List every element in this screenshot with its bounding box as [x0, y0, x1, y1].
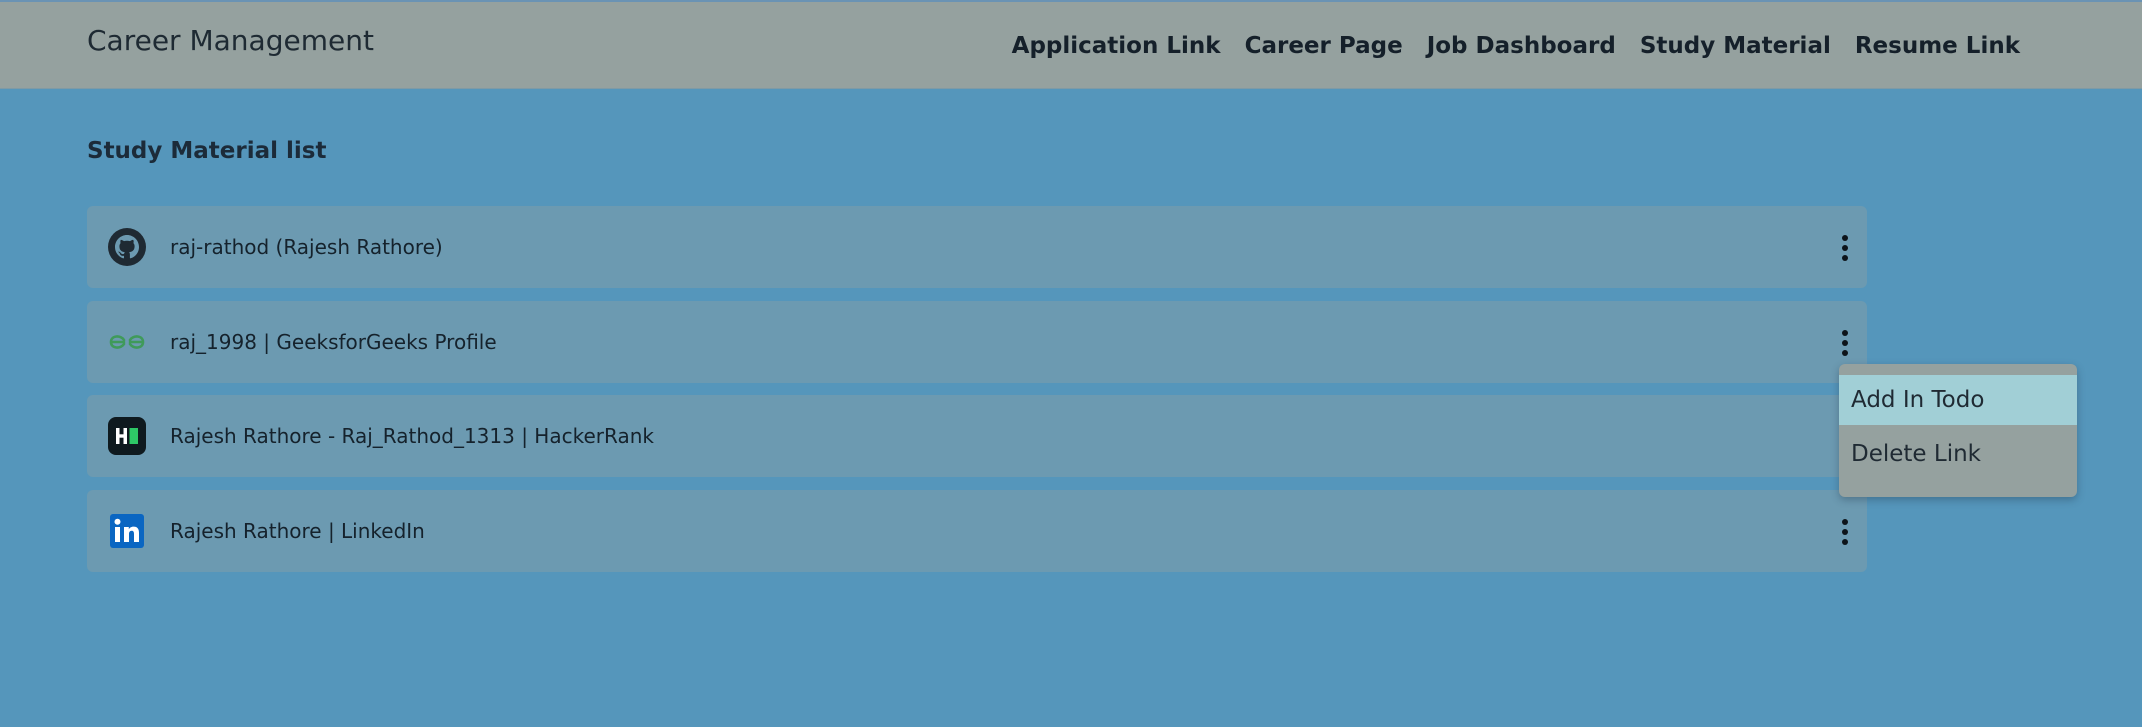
- github-icon: [107, 227, 147, 267]
- nav-links: Application Link Career Page Job Dashboa…: [1012, 33, 2020, 59]
- more-options-icon[interactable]: [1839, 235, 1851, 261]
- hackerrank-icon: [107, 416, 147, 456]
- nav-link-career-page[interactable]: Career Page: [1245, 33, 1403, 59]
- more-options-icon[interactable]: [1839, 330, 1851, 356]
- list-item[interactable]: raj_1998 | GeeksforGeeks Profile: [87, 301, 1867, 383]
- more-options-icon[interactable]: [1839, 519, 1851, 545]
- nav-link-resume-link[interactable]: Resume Link: [1855, 33, 2020, 59]
- list-item[interactable]: Rajesh Rathore | LinkedIn: [87, 490, 1867, 572]
- brand-title[interactable]: Career Management: [87, 24, 374, 57]
- list-item-label[interactable]: Rajesh Rathore | LinkedIn: [170, 490, 425, 572]
- menu-item-add-in-todo[interactable]: Add In Todo: [1839, 375, 2077, 425]
- linkedin-icon: [107, 511, 147, 551]
- list-item[interactable]: Rajesh Rathore - Raj_Rathod_1313 | Hacke…: [87, 395, 1867, 477]
- nav-link-study-material[interactable]: Study Material: [1640, 33, 1831, 59]
- list-item-label[interactable]: Rajesh Rathore - Raj_Rathod_1313 | Hacke…: [170, 395, 654, 477]
- context-menu: Add In Todo Delete Link: [1839, 364, 2077, 497]
- list-item[interactable]: raj-rathod (Rajesh Rathore): [87, 206, 1867, 288]
- geeksforgeeks-icon: [107, 322, 147, 362]
- list-item-label[interactable]: raj-rathod (Rajesh Rathore): [170, 206, 443, 288]
- nav-link-application-link[interactable]: Application Link: [1012, 33, 1221, 59]
- page-title: Study Material list: [87, 138, 327, 164]
- list-item-label[interactable]: raj_1998 | GeeksforGeeks Profile: [170, 301, 497, 383]
- nav-link-job-dashboard[interactable]: Job Dashboard: [1427, 33, 1616, 59]
- top-navbar: Career Management Application Link Caree…: [0, 0, 2142, 89]
- menu-item-delete-link[interactable]: Delete Link: [1839, 429, 2077, 479]
